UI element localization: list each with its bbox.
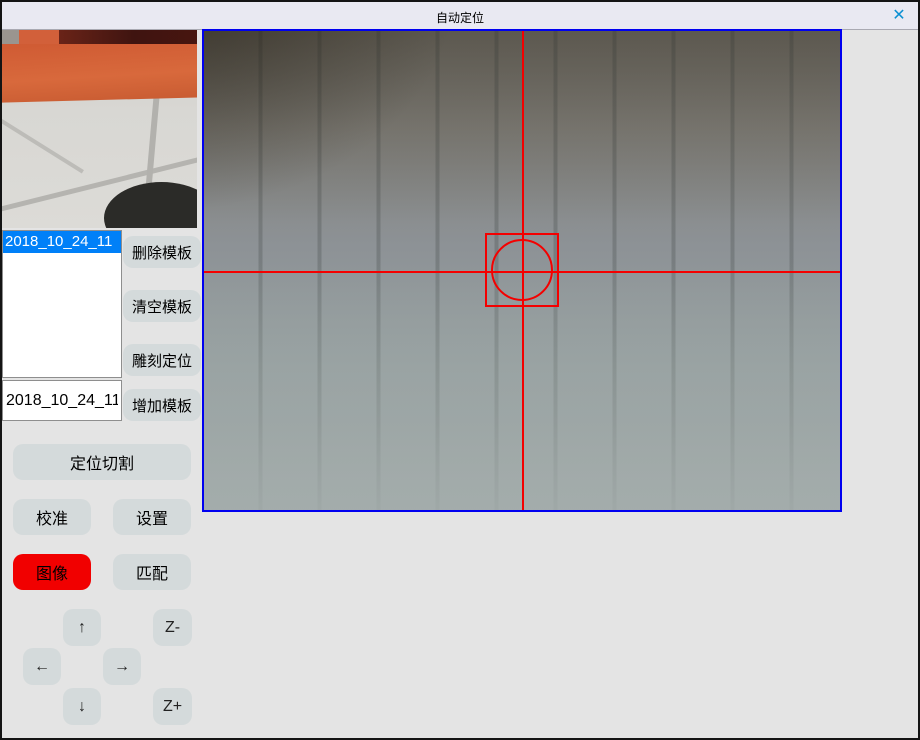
thumbnail-orange-notch [19,30,59,44]
camera-view[interactable] [202,29,842,512]
jog-left-button[interactable]: ← [23,648,61,685]
image-button[interactable]: 图像 [13,554,91,590]
add-template-button[interactable]: 增加模板 [123,389,201,421]
jog-up-button[interactable]: ↑ [63,609,101,646]
titlebar: 自动定位 ✕ [2,2,918,30]
template-list[interactable]: 2018_10_24_11 [2,230,122,378]
thumbnail-orange-beam [2,37,197,102]
settings-button[interactable]: 设置 [113,499,191,535]
jog-down-button[interactable]: ↓ [63,688,101,725]
thumbnail-dark-bar [57,30,197,44]
engrave-position-button[interactable]: 雕刻定位 [123,344,201,376]
delete-template-button[interactable]: 删除模板 [123,236,201,268]
close-icon[interactable]: ✕ [886,5,912,27]
template-name-input[interactable] [2,380,122,421]
jog-z-plus-button[interactable]: Z+ [153,688,192,725]
position-cut-button[interactable]: 定位切割 [13,444,191,480]
template-list-item[interactable]: 2018_10_24_11 [3,231,121,253]
dialog-title: 自动定位 [2,9,918,26]
auto-position-dialog: 自动定位 ✕ 2018_10_24_11 删除模板 清空模板 雕刻定位 增加模板… [0,0,920,740]
jog-z-minus-button[interactable]: Z- [153,609,192,646]
template-thumbnail [2,30,197,228]
thumbnail-gray-corner [2,30,20,44]
jog-right-button[interactable]: → [103,648,141,685]
calibrate-button[interactable]: 校准 [13,499,91,535]
match-button[interactable]: 匹配 [113,554,191,590]
clear-templates-button[interactable]: 清空模板 [123,290,201,322]
target-circle [491,239,553,301]
